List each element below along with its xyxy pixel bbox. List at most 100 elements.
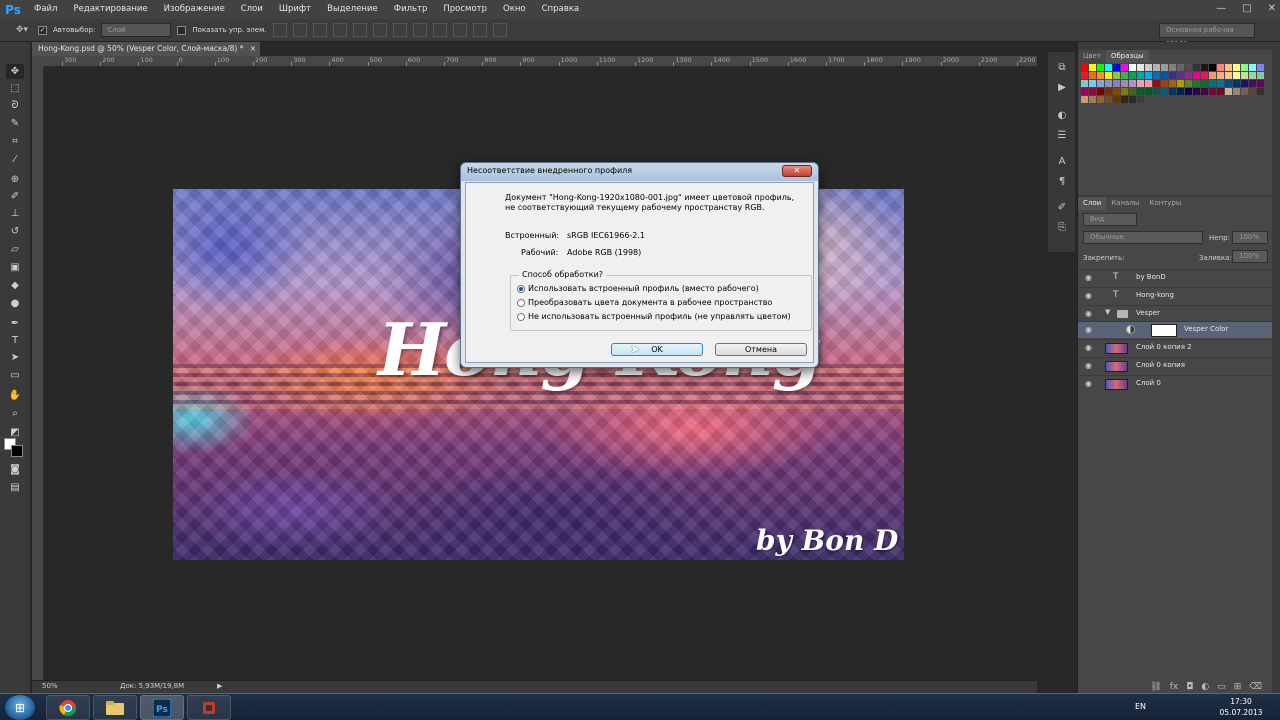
autoselect-select[interactable]: Слой xyxy=(101,23,172,37)
color-swatch[interactable] xyxy=(1169,88,1176,95)
color-swatch[interactable] xyxy=(1193,80,1200,87)
visibility-eye-icon[interactable]: ◉ xyxy=(1085,326,1094,334)
color-swatch[interactable] xyxy=(1225,88,1232,95)
stamp-tool-icon[interactable]: ⊥ xyxy=(6,206,24,221)
color-swatch[interactable] xyxy=(1209,64,1216,71)
color-swatch[interactable] xyxy=(1145,72,1152,79)
color-swatch[interactable] xyxy=(1153,88,1160,95)
color-swatch[interactable] xyxy=(1217,88,1224,95)
brush-tool-icon[interactable]: ✐ xyxy=(6,189,24,204)
color-swatch[interactable] xyxy=(1145,64,1152,71)
color-swatch[interactable] xyxy=(1217,64,1224,71)
color-swatch[interactable] xyxy=(1089,96,1096,103)
color-swatch[interactable] xyxy=(1153,64,1160,71)
color-swatch[interactable] xyxy=(1097,72,1104,79)
expand-triangle-icon[interactable]: ▼ xyxy=(1105,308,1110,316)
dodge-tool-icon[interactable]: ● xyxy=(6,296,24,311)
blur-tool-icon[interactable]: ◆ xyxy=(6,278,24,293)
color-swatch[interactable] xyxy=(1113,80,1120,87)
color-swatch[interactable] xyxy=(1201,64,1208,71)
color-swatch[interactable] xyxy=(1257,64,1264,71)
color-swatch[interactable] xyxy=(1209,80,1216,87)
fx-icon[interactable]: fx xyxy=(1170,680,1179,694)
menu-type[interactable]: Шрифт xyxy=(271,0,319,19)
clock[interactable]: 17:30 05.07.2013 xyxy=(1213,696,1269,718)
color-swatch[interactable] xyxy=(1249,64,1256,71)
distribute-left-icon[interactable] xyxy=(452,23,467,37)
color-swatch[interactable] xyxy=(1161,64,1168,71)
healing-tool-icon[interactable]: ⊕ xyxy=(6,172,24,187)
cancel-button[interactable]: Отмена xyxy=(715,343,807,356)
color-swatch[interactable] xyxy=(1225,80,1232,87)
color-swatch[interactable] xyxy=(1185,64,1192,71)
color-swatch[interactable] xyxy=(1209,72,1216,79)
app-icon[interactable] xyxy=(187,695,231,720)
layer-mask-thumbnail[interactable] xyxy=(1151,324,1177,337)
clone-source-icon[interactable]: ⎘ xyxy=(1055,220,1069,234)
radio-button[interactable] xyxy=(517,312,525,321)
color-swatch[interactable] xyxy=(1241,72,1248,79)
layer-row[interactable]: ◉ T by BonD xyxy=(1078,269,1272,286)
align-left-icon[interactable] xyxy=(332,23,347,37)
color-swatch[interactable] xyxy=(1209,88,1216,95)
menu-layers[interactable]: Слои xyxy=(233,0,271,19)
option-use-embedded[interactable]: Использовать встроенный профиль (вместо … xyxy=(517,284,759,293)
show-controls-checkbox[interactable] xyxy=(177,25,187,35)
autoselect-checkbox[interactable]: ✓ xyxy=(38,25,47,35)
color-swatch[interactable] xyxy=(1233,80,1240,87)
gradient-tool-icon[interactable]: ▣ xyxy=(6,260,24,275)
document-tab-close-icon[interactable]: × xyxy=(250,42,256,56)
color-swatch[interactable] xyxy=(1121,96,1128,103)
blend-mode-select[interactable]: Обычные xyxy=(1083,231,1203,244)
color-swatch[interactable] xyxy=(1241,64,1248,71)
color-swatch[interactable] xyxy=(1113,64,1120,71)
properties-panel-icon[interactable]: ☰ xyxy=(1055,128,1069,142)
folder-icon[interactable]: ▭ xyxy=(1217,680,1226,694)
visibility-eye-icon[interactable]: ◉ xyxy=(1085,344,1094,352)
color-swatch[interactable] xyxy=(1257,80,1264,87)
lasso-tool-icon[interactable]: ᘐ xyxy=(6,98,24,113)
color-swatch[interactable] xyxy=(1153,80,1160,87)
mask-icon[interactable]: ◘ xyxy=(1186,680,1193,694)
menu-view[interactable]: Просмотр xyxy=(435,0,495,19)
tab-layers[interactable]: Слои xyxy=(1078,197,1107,210)
color-swatch[interactable] xyxy=(1081,80,1088,87)
color-swatch[interactable] xyxy=(1185,80,1192,87)
color-swatch[interactable] xyxy=(1105,88,1112,95)
color-swatch[interactable] xyxy=(1193,72,1200,79)
chrome-icon[interactable] xyxy=(46,695,90,720)
layer-row[interactable]: ◉ T Hong-kong xyxy=(1078,287,1272,304)
color-swatch[interactable] xyxy=(1089,88,1096,95)
visibility-eye-icon[interactable]: ◉ xyxy=(1085,292,1094,300)
color-swatch[interactable] xyxy=(1105,72,1112,79)
history-brush-tool-icon[interactable]: ↺ xyxy=(6,224,24,239)
close-button[interactable]: ✕ xyxy=(1268,0,1276,17)
color-swatch[interactable] xyxy=(1161,88,1168,95)
color-swatch[interactable] xyxy=(1137,80,1144,87)
menu-select[interactable]: Выделение xyxy=(319,0,386,19)
color-swatch[interactable] xyxy=(1081,88,1088,95)
color-swatch[interactable] xyxy=(1233,64,1240,71)
start-button[interactable]: ⊞ xyxy=(5,695,35,720)
quick-mask-icon[interactable]: ◙ xyxy=(6,462,24,477)
color-swatch[interactable] xyxy=(1121,80,1128,87)
option-convert[interactable]: Преобразовать цвета документа в рабочее … xyxy=(517,298,772,307)
menu-help[interactable]: Справка xyxy=(534,0,587,19)
ok-button[interactable]: OK xyxy=(611,343,703,356)
color-swatch[interactable] xyxy=(1129,64,1136,71)
fill-input[interactable]: 100% xyxy=(1232,250,1268,263)
layer-row[interactable]: ◉ Слой 0 xyxy=(1078,375,1272,392)
color-swatch[interactable] xyxy=(1177,88,1184,95)
path-select-tool-icon[interactable]: ➤ xyxy=(6,350,24,365)
color-swatch[interactable] xyxy=(1129,96,1136,103)
explorer-icon[interactable] xyxy=(93,695,137,720)
radio-button[interactable] xyxy=(517,298,525,307)
color-swatch[interactable] xyxy=(1105,64,1112,71)
color-swatch[interactable] xyxy=(1225,72,1232,79)
distribute-center-icon[interactable] xyxy=(472,23,487,37)
color-swatch[interactable] xyxy=(1233,72,1240,79)
color-swatch[interactable] xyxy=(1177,64,1184,71)
zoom-level[interactable]: 50% xyxy=(42,682,58,690)
distribute-bottom-icon[interactable] xyxy=(432,23,447,37)
background-color-swatch[interactable] xyxy=(11,445,23,457)
